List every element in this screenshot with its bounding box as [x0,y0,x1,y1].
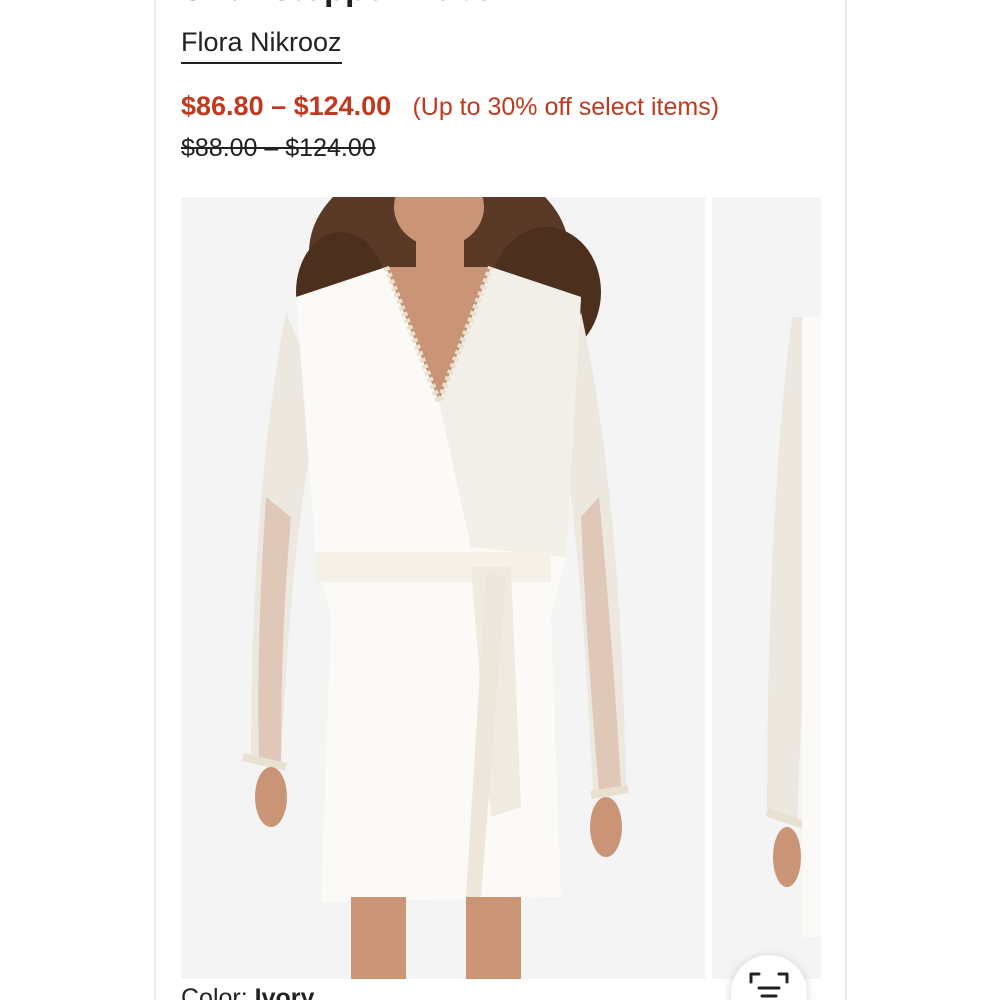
product-page: Showstopper Robe Flora Nikrooz $86.80 – … [0,0,1000,1000]
color-selector-label: Color: Ivory [181,984,314,1000]
product-title: Showstopper Robe [181,0,494,9]
product-image-next[interactable] [712,197,821,979]
content-border-right [845,0,847,1000]
product-image-main[interactable] [181,197,705,979]
sale-price: $86.80 – $124.00 [181,91,392,121]
color-value: Ivory [254,984,315,1000]
scan-search-icon [749,972,789,998]
price-row: $86.80 – $124.00 (Up to 30% off select i… [181,91,719,122]
color-label: Color: [181,984,255,1000]
robe-illustration-partial [712,197,821,979]
product-image-carousel[interactable] [181,197,821,979]
content-border-left [154,0,156,1000]
original-price: $88.00 – $124.00 [181,134,376,162]
robe-illustration [181,197,705,979]
brand-link[interactable]: Flora Nikrooz [181,27,342,64]
discount-note: (Up to 30% off select items) [412,93,720,121]
